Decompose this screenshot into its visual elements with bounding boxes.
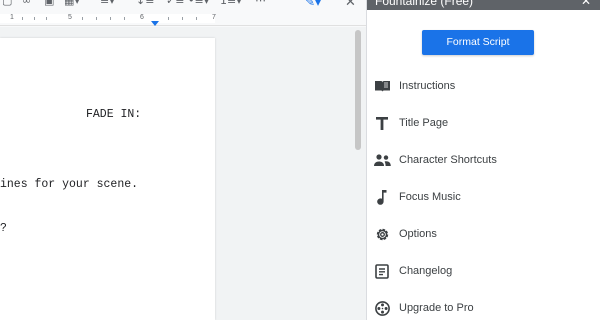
document-icon xyxy=(373,262,391,280)
collapse-icon[interactable]: ✕ xyxy=(345,0,356,8)
menu-item-options[interactable]: Options xyxy=(367,220,600,248)
menu-item-changelog[interactable]: Changelog xyxy=(367,257,600,285)
ruler-tick xyxy=(22,17,23,20)
line-spacing-icon[interactable]: ↕≡ xyxy=(136,0,154,7)
document-scrollbar[interactable] xyxy=(355,30,361,150)
indent-marker[interactable] xyxy=(151,21,159,26)
ruler-tick xyxy=(96,17,97,20)
gear-icon xyxy=(373,225,391,243)
more-icon[interactable]: ⋯ xyxy=(255,0,266,7)
align-icon[interactable]: ≡▾ xyxy=(100,0,115,7)
addon-sidebar: Fountainize (Free) ✕ Format Script Instr… xyxy=(366,0,600,320)
menu-item-label: Character Shortcuts xyxy=(399,154,497,166)
sidebar-header: Fountainize (Free) ✕ xyxy=(367,0,600,10)
document-line: FADE IN: xyxy=(86,108,142,121)
document-line: ? xyxy=(0,222,7,235)
format-script-button[interactable]: Format Script xyxy=(422,30,534,55)
ruler-tick xyxy=(46,17,47,20)
ruler-tick xyxy=(168,17,169,20)
people-icon xyxy=(373,151,391,169)
book-icon xyxy=(373,77,391,95)
comment-icon[interactable]: ▣ xyxy=(44,0,54,7)
document-area: FADE IN: ines for your scene. ? xyxy=(0,27,366,320)
menu-item-label: Upgrade to Pro xyxy=(399,302,474,314)
menu-item-title-page[interactable]: Title Page xyxy=(367,109,600,137)
checklist-icon[interactable]: ✓≡ xyxy=(166,0,184,7)
ruler-tick xyxy=(196,17,197,20)
menu-item-character-shortcuts[interactable]: Character Shortcuts xyxy=(367,146,600,174)
ruler-tick xyxy=(182,17,183,20)
ruler-tick xyxy=(110,17,111,20)
music-note-icon xyxy=(373,188,391,206)
menu-item-label: Options xyxy=(399,228,437,240)
ruler-label: 6 xyxy=(140,14,144,21)
menu-item-upgrade-to-pro[interactable]: Upgrade to Pro xyxy=(367,294,600,320)
ruler-tick xyxy=(34,17,35,20)
sidebar-title: Fountainize (Free) xyxy=(375,0,474,8)
ruler-tick xyxy=(124,17,125,20)
menu-item-focus-music[interactable]: Focus Music xyxy=(367,183,600,211)
numbered-list-icon[interactable]: 1≡▾ xyxy=(220,0,242,7)
menu-item-label: Focus Music xyxy=(399,191,461,203)
document-line: ines for your scene. xyxy=(0,178,139,191)
text-t-icon xyxy=(373,114,391,132)
film-reel-icon xyxy=(373,299,391,317)
toolbar-icon[interactable]: ▢ xyxy=(2,0,12,7)
menu-item-instructions[interactable]: Instructions xyxy=(367,72,600,100)
ruler: 1 5 6 7 xyxy=(0,12,366,26)
menu-item-label: Title Page xyxy=(399,117,449,129)
document-page[interactable]: FADE IN: ines for your scene. ? xyxy=(0,38,215,320)
bulleted-list-icon[interactable]: •≡▾ xyxy=(188,0,209,7)
ruler-label: 1 xyxy=(10,14,14,21)
pen-icon[interactable]: ✎▾ xyxy=(305,0,323,8)
toolbar: ▢ ∞ ▣ ▦▾ ≡▾ ↕≡ ✓≡ •≡▾ 1≡▾ ⋯ ✎▾ ✕ xyxy=(0,0,366,10)
menu-item-label: Instructions xyxy=(399,80,456,92)
ruler-label: 7 xyxy=(212,14,216,21)
link-icon[interactable]: ∞ xyxy=(22,0,31,7)
menu-item-label: Changelog xyxy=(399,265,453,277)
image-icon[interactable]: ▦▾ xyxy=(64,0,80,7)
ruler-label: 5 xyxy=(68,14,72,21)
close-icon[interactable]: ✕ xyxy=(581,0,591,8)
ruler-tick xyxy=(82,17,83,20)
